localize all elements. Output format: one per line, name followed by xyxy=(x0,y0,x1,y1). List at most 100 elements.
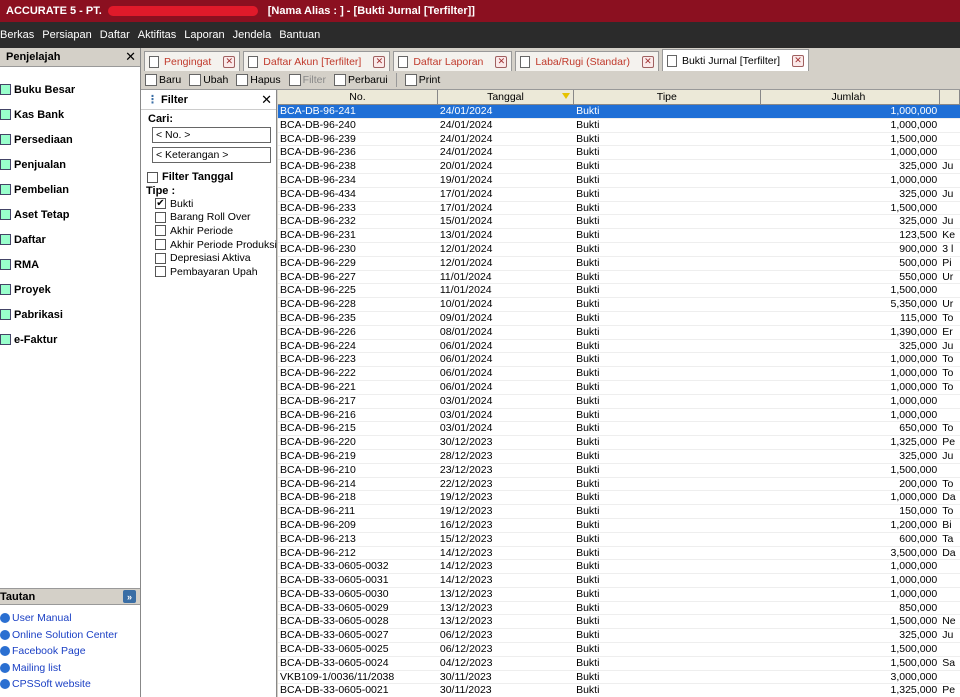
column-tanggal[interactable]: Tanggal xyxy=(438,90,575,104)
table-row[interactable]: BCA-DB-96-223 06/01/2024 Bukti 1,000,000 To xyxy=(278,353,960,368)
table-row[interactable]: BCA-DB-33-0605-0024 04/12/2023 Bukti 1,500,… xyxy=(278,657,960,671)
table-row[interactable]: BCA-DB-96-434 17/01/2024 Bukti 325,000 Ju xyxy=(278,188,960,202)
table-row[interactable]: BCA-DB-96-218 19/12/2023 Bukti 1,000,000 Da xyxy=(278,491,960,506)
menu-laporan[interactable]: Laporan xyxy=(184,29,224,41)
table-row[interactable]: BCA-DB-96-211 19/12/2023 Bukti 150,000 To xyxy=(278,505,960,519)
tab-daftar-laporan[interactable]: Daftar Laporan ✕ xyxy=(393,51,513,71)
close-tab-icon[interactable]: ✕ xyxy=(792,54,804,67)
column-jumlah[interactable]: Jumlah xyxy=(761,90,941,104)
keterangan-search-input[interactable]: < Keterangan > xyxy=(152,147,271,163)
table-row[interactable]: BCA-DB-33-0605-0032 14/12/2023 Bukti 1,000,… xyxy=(278,560,960,575)
table-row[interactable]: VKB109-1/0036/11/2038 30/11/2023 Bukti 3,00… xyxy=(278,671,960,685)
column-no[interactable]: No. xyxy=(278,90,438,104)
table-row[interactable]: BCA-DB-96-226 08/01/2024 Bukti 1,390,000 Er xyxy=(278,326,960,340)
chevron-double-down-icon[interactable]: » xyxy=(123,590,136,603)
table-row[interactable]: BCA-DB-96-214 22/12/2023 Bukti 200,000 To xyxy=(278,478,960,492)
table-row[interactable]: BCA-DB-33-0605-0029 13/12/2023 Bukti 850,00… xyxy=(278,602,960,616)
filter-button[interactable]: Filter xyxy=(288,74,326,86)
sidebar-item-pembelian[interactable]: Pembelian xyxy=(0,177,140,202)
table-row[interactable]: BCA-DB-96-238 20/01/2024 Bukti 325,000 Ju xyxy=(278,160,960,174)
sidebar-item-aset-tetap[interactable]: Aset Tetap xyxy=(0,202,140,227)
table-row[interactable]: BCA-DB-33-0605-0027 06/12/2023 Bukti 325,00… xyxy=(278,629,960,644)
table-row[interactable]: BCA-DB-96-241 24/01/2024 Bukti 1,000,000 xyxy=(278,105,960,119)
table-row[interactable]: BCA-DB-96-233 17/01/2024 Bukti 1,500,000 xyxy=(278,202,960,216)
tautan-link[interactable]: User Manual xyxy=(0,610,140,627)
table-row[interactable]: BCA-DB-33-0605-0028 13/12/2023 Bukti 1,500,… xyxy=(278,615,960,630)
table-row[interactable]: BCA-DB-96-217 03/01/2024 Bukti 1,000,000 xyxy=(278,395,960,409)
tautan-link[interactable]: Online Solution Center xyxy=(0,627,140,644)
table-row[interactable]: BCA-DB-96-240 24/01/2024 Bukti 1,000,000 xyxy=(278,119,960,133)
sidebar-item-buku-besar[interactable]: Buku Besar xyxy=(0,77,140,102)
menu-persiapan[interactable]: Persiapan xyxy=(42,29,92,41)
table-row[interactable]: BCA-DB-96-227 11/01/2024 Bukti 550,000 Ur xyxy=(278,271,960,285)
no-search-input[interactable]: < No. > xyxy=(152,127,271,143)
sidebar-item-pabrikasi[interactable]: Pabrikasi xyxy=(0,302,140,327)
table-row[interactable]: BCA-DB-96-221 06/01/2024 Bukti 1,000,000 To xyxy=(278,381,960,395)
table-row[interactable]: BCA-DB-96-209 16/12/2023 Bukti 1,200,000 Bi xyxy=(278,519,960,533)
column-keterangan[interactable] xyxy=(940,90,960,104)
close-icon[interactable]: ✕ xyxy=(261,92,272,108)
filter-tanggal-checkbox[interactable]: Filter Tanggal xyxy=(147,171,276,183)
sidebar-item-persediaan[interactable]: Persediaan xyxy=(0,127,140,152)
tab-pengingat[interactable]: Pengingat ✕ xyxy=(144,51,241,71)
menu-bantuan[interactable]: Bantuan xyxy=(279,29,320,41)
table-row[interactable]: BCA-DB-96-210 23/12/2023 Bukti 1,500,000 xyxy=(278,464,960,478)
table-row[interactable]: BCA-DB-96-219 28/12/2023 Bukti 325,000 Ju xyxy=(278,450,960,464)
table-row[interactable]: BCA-DB-96-220 30/12/2023 Bukti 1,325,000 Pe xyxy=(278,436,960,450)
table-row[interactable]: BCA-DB-96-230 12/01/2024 Bukti 900,000 3 l xyxy=(278,243,960,257)
column-tipe[interactable]: Tipe xyxy=(574,90,761,104)
table-row[interactable]: BCA-DB-96-236 24/01/2024 Bukti 1,000,000 xyxy=(278,146,960,161)
ubah-button[interactable]: Ubah xyxy=(189,74,228,86)
sidebar-item-proyek[interactable]: Proyek xyxy=(0,277,140,302)
table-row[interactable]: BCA-DB-96-231 13/01/2024 Bukti 123,500 Ke xyxy=(278,229,960,243)
tipe-option-depresiasi-aktiva[interactable]: Depresiasi Aktiva xyxy=(155,251,276,265)
table-row[interactable]: BCA-DB-96-213 15/12/2023 Bukti 600,000 Ta xyxy=(278,533,960,547)
table-row[interactable]: BCA-DB-96-225 11/01/2024 Bukti 1,500,000 xyxy=(278,284,960,299)
table-row[interactable]: BCA-DB-33-0605-0021 30/11/2023 Bukti 1,325,… xyxy=(278,684,960,697)
sidebar-item-kas-bank[interactable]: Kas Bank xyxy=(0,102,140,127)
perbarui-button[interactable]: Perbarui xyxy=(334,74,388,86)
table-row[interactable]: BCA-DB-96-224 06/01/2024 Bukti 325,000 Ju xyxy=(278,340,960,354)
tautan-link[interactable]: Mailing list xyxy=(0,660,140,677)
sidebar-item-rma[interactable]: RMA xyxy=(0,252,140,277)
table-row[interactable]: BCA-DB-96-229 12/01/2024 Bukti 500,000 Pi xyxy=(278,257,960,271)
table-row[interactable]: BCA-DB-96-235 09/01/2024 Bukti 115,000 To xyxy=(278,312,960,326)
tautan-link[interactable]: Facebook Page xyxy=(0,643,140,660)
close-tab-icon[interactable]: ✕ xyxy=(223,55,236,68)
table-row[interactable]: BCA-DB-96-239 24/01/2024 Bukti 1,500,000 xyxy=(278,133,960,147)
tautan-link[interactable]: CPSSoft website xyxy=(0,676,140,693)
table-row[interactable]: BCA-DB-96-215 03/01/2024 Bukti 650,000 To xyxy=(278,422,960,437)
tipe-option-bukti[interactable]: ✔ Bukti xyxy=(155,197,276,211)
menu-daftar[interactable]: Daftar xyxy=(100,29,130,41)
menu-berkas[interactable]: Berkas xyxy=(0,29,34,41)
print-button[interactable]: Print xyxy=(404,74,440,86)
table-row[interactable]: BCA-DB-96-228 10/01/2024 Bukti 5,350,000 Ur xyxy=(278,298,960,312)
hapus-button[interactable]: Hapus xyxy=(236,74,281,86)
close-tab-icon[interactable]: ✕ xyxy=(373,55,386,68)
menu-jendela[interactable]: Jendela xyxy=(233,29,272,41)
table-row[interactable]: BCA-DB-96-212 14/12/2023 Bukti 3,500,000 Da xyxy=(278,547,960,561)
close-icon[interactable]: ✕ xyxy=(125,49,136,65)
tab-daftar-akun-terfilter[interactable]: Daftar Akun [Terfilter] ✕ xyxy=(243,51,391,71)
table-row[interactable]: BCA-DB-33-0605-0031 14/12/2023 Bukti 1,000,… xyxy=(278,574,960,588)
tautan-header[interactable]: Tautan » xyxy=(0,588,140,605)
tipe-option-barang-roll-over[interactable]: Barang Roll Over xyxy=(155,211,276,225)
tab-laba-rugi-standar[interactable]: Laba/Rugi (Standar) ✕ xyxy=(515,51,659,71)
tipe-option-akhir-periode-produksi[interactable]: Akhir Periode Produksi xyxy=(155,238,277,252)
baru-button[interactable]: Baru xyxy=(145,74,181,86)
table-row[interactable]: BCA-DB-96-216 03/01/2024 Bukti 1,000,000 xyxy=(278,409,960,423)
sidebar-item-penjualan[interactable]: Penjualan xyxy=(0,152,140,177)
table-row[interactable]: BCA-DB-33-0605-0030 13/12/2023 Bukti 1,000,… xyxy=(278,588,960,602)
sidebar-item-daftar[interactable]: Daftar xyxy=(0,227,140,252)
table-row[interactable]: BCA-DB-96-234 19/01/2024 Bukti 1,000,000 xyxy=(278,174,960,188)
sidebar-item-e-faktur[interactable]: e-Faktur xyxy=(0,327,140,352)
tipe-option-akhir-periode[interactable]: Akhir Periode xyxy=(155,224,276,238)
table-row[interactable]: BCA-DB-96-232 15/01/2024 Bukti 325,000 Ju xyxy=(278,215,960,230)
menu-aktifitas[interactable]: Aktifitas xyxy=(138,29,177,41)
tab-bukti-jurnal-terfilter[interactable]: Bukti Jurnal [Terfilter] ✕ xyxy=(661,49,809,71)
tipe-option-pembayaran-upah[interactable]: Pembayaran Upah xyxy=(155,265,276,279)
close-tab-icon[interactable]: ✕ xyxy=(641,55,654,68)
close-tab-icon[interactable]: ✕ xyxy=(495,55,508,68)
table-row[interactable]: BCA-DB-96-222 06/01/2024 Bukti 1,000,000 To xyxy=(278,367,960,381)
table-row[interactable]: BCA-DB-33-0605-0025 06/12/2023 Bukti 1,500,… xyxy=(278,643,960,657)
